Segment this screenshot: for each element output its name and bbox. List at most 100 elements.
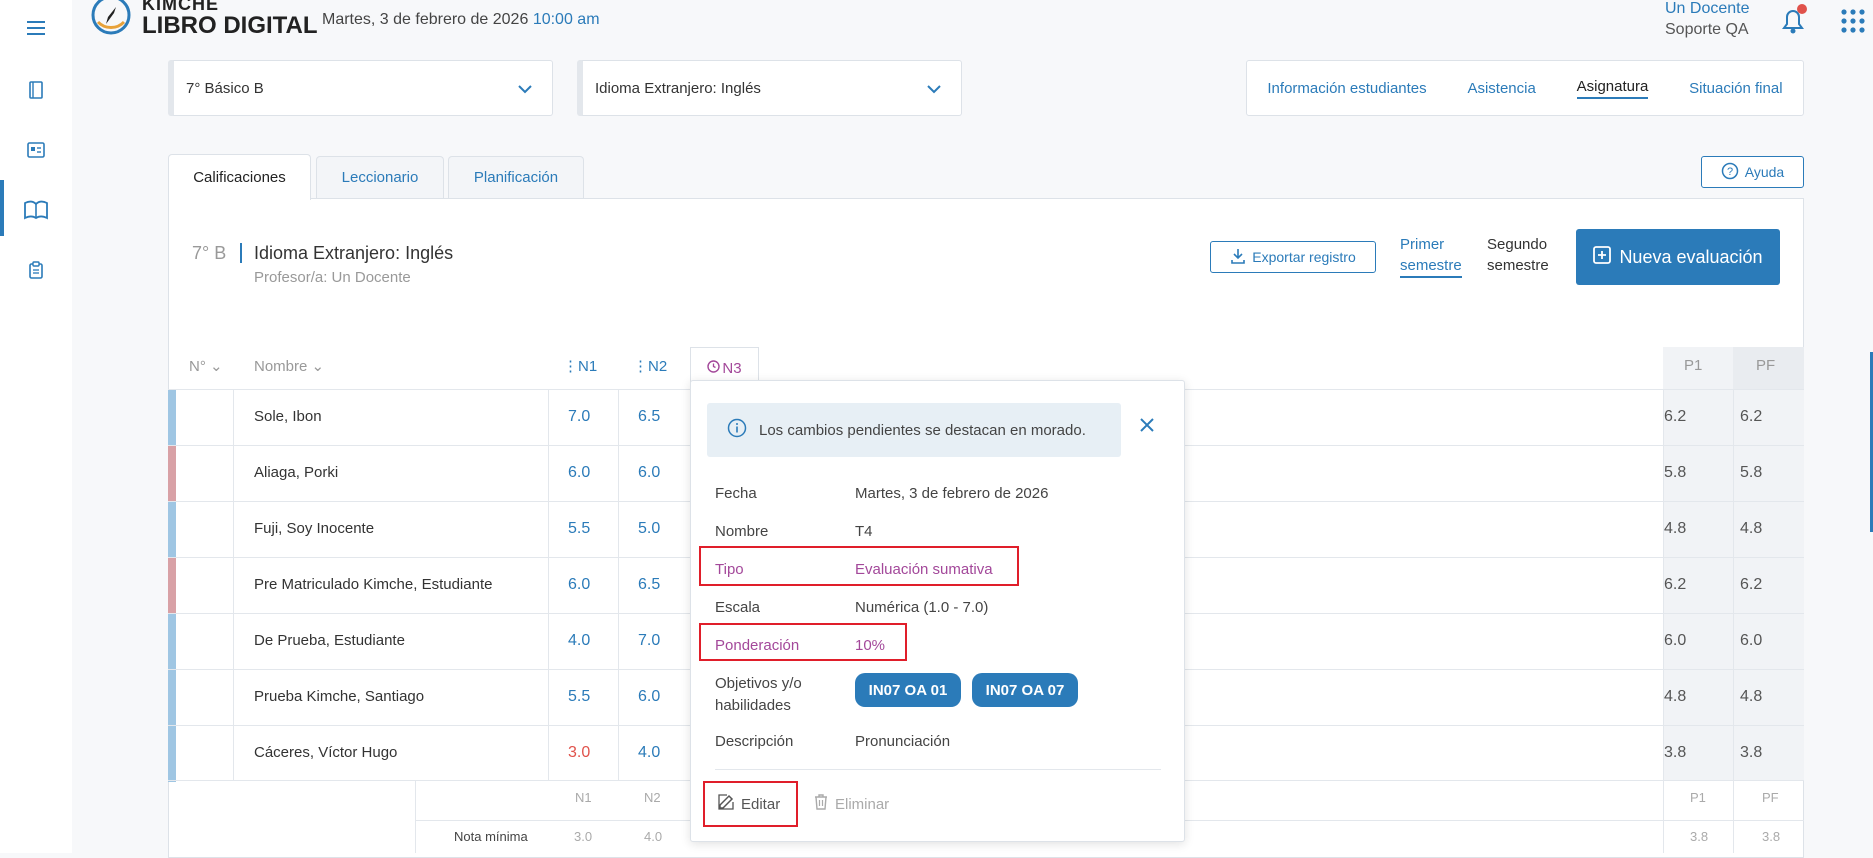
student-name[interactable]: De Prueba, Estudiante: [254, 632, 405, 649]
trash-icon: [813, 793, 829, 815]
grade-p1: 6.2: [1664, 576, 1687, 593]
tab-planificacion[interactable]: Planificación: [448, 156, 584, 198]
grid-line: [618, 389, 619, 780]
min-pf: 3.8: [1762, 829, 1781, 844]
grade-n1[interactable]: 6.0: [568, 464, 590, 482]
grade-n2[interactable]: 7.0: [638, 632, 660, 650]
min-n1: 3.0: [574, 829, 593, 844]
subject-title: Idioma Extranjero: Inglés: [254, 243, 454, 263]
grid-line: [1663, 389, 1664, 853]
help-button[interactable]: ? Ayuda: [1701, 156, 1804, 188]
nav-situacion-final[interactable]: Situación final: [1689, 80, 1782, 97]
user-name[interactable]: Un Docente: [1665, 0, 1750, 18]
delete-label: Eliminar: [835, 795, 890, 813]
grade-n2[interactable]: 5.0: [638, 520, 660, 538]
grade-n1[interactable]: 5.5: [568, 520, 590, 538]
col-name-label: Nombre: [254, 358, 308, 375]
notebook-icon[interactable]: [24, 78, 48, 102]
grade-pf: 5.8: [1740, 464, 1763, 481]
chevron-down-icon: [518, 81, 532, 98]
semester-2-line1: Segundo: [1487, 236, 1548, 253]
grade-n2[interactable]: 6.5: [638, 408, 660, 426]
grade-p1: 3.8: [1664, 744, 1687, 761]
escala-value: Numérica (1.0 - 7.0): [855, 599, 989, 616]
student-name[interactable]: Pre Matriculado Kimche, Estudiante: [254, 576, 492, 593]
grade-pf: 6.2: [1740, 408, 1763, 425]
course-select[interactable]: 7° Básico B: [168, 60, 553, 116]
popover-divider: [715, 769, 1161, 770]
grade-n2[interactable]: 6.5: [638, 576, 660, 594]
export-label: Exportar registro: [1252, 249, 1356, 265]
col-pf-header: PF: [1756, 357, 1776, 374]
id-card-icon[interactable]: [24, 138, 48, 162]
student-name[interactable]: Aliaga, Porki: [254, 464, 338, 481]
top-nav: Información estudiantes Asistencia Asign…: [1246, 60, 1804, 116]
subject-select-value: Idioma Extranjero: Inglés: [595, 79, 761, 97]
svg-text:?: ?: [1727, 166, 1733, 178]
chevron-down-icon: ⌄: [210, 358, 223, 375]
subject-select[interactable]: Idioma Extranjero: Inglés: [577, 60, 962, 116]
grade-n2[interactable]: 6.0: [638, 464, 660, 482]
course-select-value: 7° Básico B: [186, 79, 264, 97]
student-name[interactable]: Sole, Ibon: [254, 408, 322, 425]
student-name[interactable]: Prueba Kimche, Santiago: [254, 688, 424, 705]
semester-1-line2: semestre: [1400, 257, 1462, 274]
col-n1-header[interactable]: ⋮N1: [563, 357, 597, 375]
chevron-down-icon: ⌄: [311, 358, 325, 375]
col-n2-header[interactable]: ⋮N2: [633, 357, 667, 375]
grade-pf: 6.2: [1740, 576, 1763, 593]
time-text: 10:00 am: [532, 11, 600, 28]
grade-pf: 4.8: [1740, 520, 1763, 537]
close-icon[interactable]: [1139, 417, 1155, 438]
col-num-header[interactable]: N° ⌄: [189, 357, 223, 375]
grade-n1[interactable]: 5.5: [568, 688, 590, 706]
left-rail: [0, 0, 72, 853]
teacher-name: Profesor/a: Un Docente: [254, 269, 411, 286]
delete-button[interactable]: Eliminar: [813, 793, 889, 815]
title-divider: [240, 243, 242, 263]
tab-leccionario[interactable]: Leccionario: [316, 156, 444, 198]
status-bar: [168, 614, 176, 670]
col-n1-label: N1: [578, 358, 598, 375]
new-evaluation-button[interactable]: Nueva evaluación: [1576, 229, 1780, 285]
tab-calificaciones[interactable]: Calificaciones: [168, 154, 311, 200]
kebab-icon: ⋮: [633, 358, 648, 375]
grade-p1: 6.2: [1664, 408, 1687, 425]
semester-2-toggle[interactable]: Segundo semestre: [1487, 234, 1549, 276]
grade-n1[interactable]: 3.0: [568, 744, 590, 762]
grade-n2[interactable]: 4.0: [638, 744, 660, 762]
info-text: Los cambios pendientes se destacan en mo…: [759, 421, 1086, 439]
grade-n1[interactable]: 7.0: [568, 408, 590, 426]
grade-n1[interactable]: 6.0: [568, 576, 590, 594]
export-button[interactable]: Exportar registro: [1210, 241, 1376, 273]
nav-asignatura[interactable]: Asignatura: [1576, 78, 1649, 99]
col-n3-label: N3: [722, 360, 742, 377]
descripcion-value: Pronunciación: [855, 733, 951, 750]
clipboard-icon[interactable]: [24, 258, 48, 282]
nav-asistencia[interactable]: Asistencia: [1467, 80, 1535, 97]
bell-icon[interactable]: [1778, 4, 1808, 41]
student-name[interactable]: Fuji, Soy Inocente: [254, 520, 374, 537]
col-name-header[interactable]: Nombre ⌄: [254, 357, 324, 375]
grade-n2[interactable]: 6.0: [638, 688, 660, 706]
nav-info-estudiantes[interactable]: Información estudiantes: [1267, 80, 1426, 97]
evaluation-popover: Los cambios pendientes se destacan en mo…: [690, 380, 1185, 842]
semester-1-line1: Primer: [1400, 236, 1445, 253]
grade-p1: 6.0: [1664, 632, 1687, 649]
compass-logo-icon: [90, 0, 132, 38]
objetivos-label-line1: Objetivos y/o: [715, 675, 802, 692]
status-bar: [168, 446, 176, 502]
status-bar: [168, 390, 176, 446]
open-book-icon[interactable]: [24, 198, 48, 222]
menu-icon[interactable]: [24, 16, 48, 40]
semester-1-toggle[interactable]: Primer semestre: [1400, 234, 1462, 278]
footer-n2: N2: [644, 790, 661, 805]
escala-label: Escala: [715, 599, 761, 616]
student-name[interactable]: Cáceres, Víctor Hugo: [254, 744, 397, 761]
apps-grid-icon[interactable]: [1840, 8, 1866, 39]
grid-line: [548, 389, 549, 780]
highlight-edit: [703, 781, 798, 827]
grade-n1[interactable]: 4.0: [568, 632, 590, 650]
course-short: 7° B: [192, 243, 227, 263]
status-bar: [168, 502, 176, 558]
